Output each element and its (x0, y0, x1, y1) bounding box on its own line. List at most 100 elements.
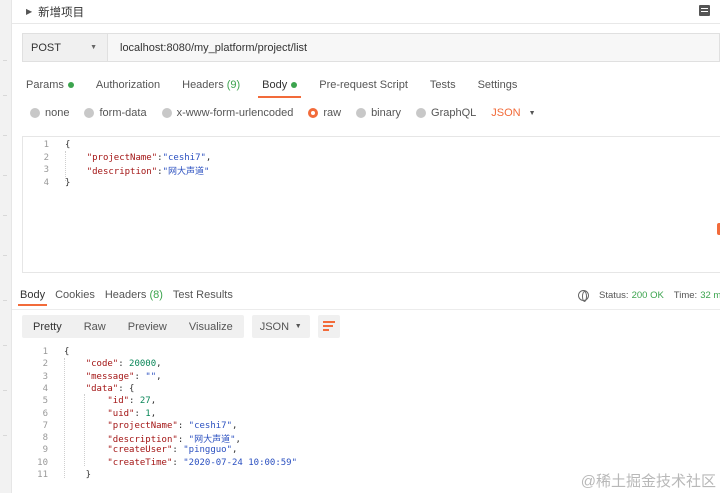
code-text: { (65, 140, 70, 150)
tab-cookies[interactable]: Cookies (55, 289, 95, 301)
code-text: } (65, 178, 70, 188)
panel-divider (3, 95, 7, 96)
code-token: "description" (86, 166, 158, 177)
caret-right-icon[interactable]: ▶ (26, 7, 32, 16)
radio-form-data[interactable]: form-data (84, 107, 147, 119)
radio-x-www-form-urlencoded[interactable]: x-www-form-urlencoded (161, 107, 293, 119)
line-number: 3 (43, 165, 49, 175)
tab-test-results[interactable]: Test Results (173, 289, 233, 301)
radio-graphql[interactable]: GraphQL (416, 107, 476, 119)
code-token: } (65, 177, 71, 188)
tab-label: Cookies (55, 289, 95, 301)
tab-pre-request-script[interactable]: Pre-request Script (319, 74, 408, 96)
line-number: 2 (42, 359, 48, 370)
line-number: 1 (43, 140, 49, 150)
request-body-editor[interactable]: 1{2 "projectName":"ceshi7", 3 "descriptio… (22, 136, 720, 273)
line-number: 11 (37, 470, 48, 480)
code-token: , (232, 445, 238, 456)
panel-divider (3, 135, 7, 136)
line-number: 6 (42, 408, 48, 419)
radio-label: form-data (99, 107, 147, 119)
code-text: "data": { (64, 384, 135, 394)
code-token: , (205, 152, 212, 163)
request-header: ▶ 新增项目 (12, 0, 720, 24)
body-format-dropdown[interactable]: JSON (491, 107, 520, 119)
view-pretty[interactable]: Pretty (22, 315, 73, 338)
method-select[interactable]: POST ▼ (22, 33, 108, 62)
code-text: "uid": 1, (64, 409, 156, 419)
comment-icon[interactable] (699, 5, 710, 16)
tab-tests[interactable]: Tests (430, 74, 456, 96)
code-text: "projectName":"ceshi7", (65, 152, 212, 163)
tab-response-body[interactable]: Body (17, 289, 48, 306)
radio-none[interactable]: none (30, 107, 69, 119)
panel-divider (3, 435, 7, 436)
response-status: Status: 200 OK Time: 32 ms (578, 286, 720, 304)
wrap-lines-button[interactable] (317, 315, 340, 338)
radio-checked-icon (308, 108, 319, 118)
code-text: "message": "", (64, 372, 162, 382)
radio-raw[interactable]: raw (308, 107, 341, 119)
code-token: "id" (107, 396, 130, 407)
tab-count: (8) (149, 289, 163, 301)
request-title[interactable]: 新增项目 (38, 4, 84, 20)
tab-response-headers[interactable]: Headers (8) (105, 289, 163, 301)
radio-label: raw (323, 107, 342, 119)
code-line: 4 "data": { (22, 383, 135, 395)
code-token: "code" (85, 359, 119, 370)
line-number: 4 (42, 383, 48, 394)
code-token: "ceshi7" (188, 420, 233, 431)
code-token: 27 (139, 396, 151, 407)
code-token: "2020-07-24 10:00:59" (183, 457, 298, 468)
code-token: : (177, 420, 189, 431)
code-text: "createUser": "pingguo", (64, 445, 237, 455)
line-number: 3 (42, 371, 48, 382)
code-token: , (150, 396, 157, 407)
radio-binary[interactable]: binary (356, 107, 401, 119)
tab-label: Test Results (172, 289, 233, 301)
watermark: @稀土掘金技术社区 (580, 473, 716, 490)
status-label: Status: (599, 289, 629, 301)
code-token: : (118, 359, 130, 370)
status-value[interactable]: 200 OK (632, 290, 664, 301)
panel-divider (3, 255, 7, 256)
code-token: "" (145, 371, 157, 382)
panel-divider (3, 60, 7, 61)
view-visualize[interactable]: Visualize (178, 315, 244, 338)
url-input[interactable]: localhost:8080/my_platform/project/list (108, 33, 720, 62)
view-preview[interactable]: Preview (117, 315, 178, 338)
code-line: 3 "message": "", (22, 371, 162, 383)
code-token: "网大声道" (188, 434, 236, 445)
tab-headers[interactable]: Headers (9) (182, 74, 240, 96)
tab-settings[interactable]: Settings (478, 74, 518, 96)
tab-authorization[interactable]: Authorization (96, 74, 160, 96)
code-line: 3 "description":"网大声道" (23, 164, 210, 177)
response-body-viewer[interactable]: 1{2 "code": 20000, 3 "message": "", 4 "dat… (22, 344, 720, 490)
globe-icon[interactable] (578, 289, 589, 302)
view-mode-group: Pretty Raw Preview Visualize (22, 315, 244, 338)
tab-params[interactable]: Params (26, 74, 74, 96)
code-token: : (134, 408, 146, 419)
time-value[interactable]: 32 ms (700, 290, 720, 301)
tab-body[interactable]: Body (258, 74, 302, 98)
code-token: "description" (107, 434, 178, 445)
code-token: "createTime" (107, 457, 173, 468)
language-label: JSON (259, 320, 290, 333)
code-token: , (232, 420, 238, 431)
chevron-down-icon[interactable]: ▼ (529, 110, 536, 117)
code-token: : (172, 457, 184, 468)
method-label: POST (31, 41, 61, 54)
response-language-select[interactable]: JSON ▼ (251, 315, 310, 338)
code-line: 4} (23, 177, 71, 189)
code-token: , (156, 359, 162, 370)
view-raw[interactable]: Raw (73, 315, 117, 338)
code-token: , (156, 371, 162, 382)
radio-label: GraphQL (431, 107, 477, 119)
